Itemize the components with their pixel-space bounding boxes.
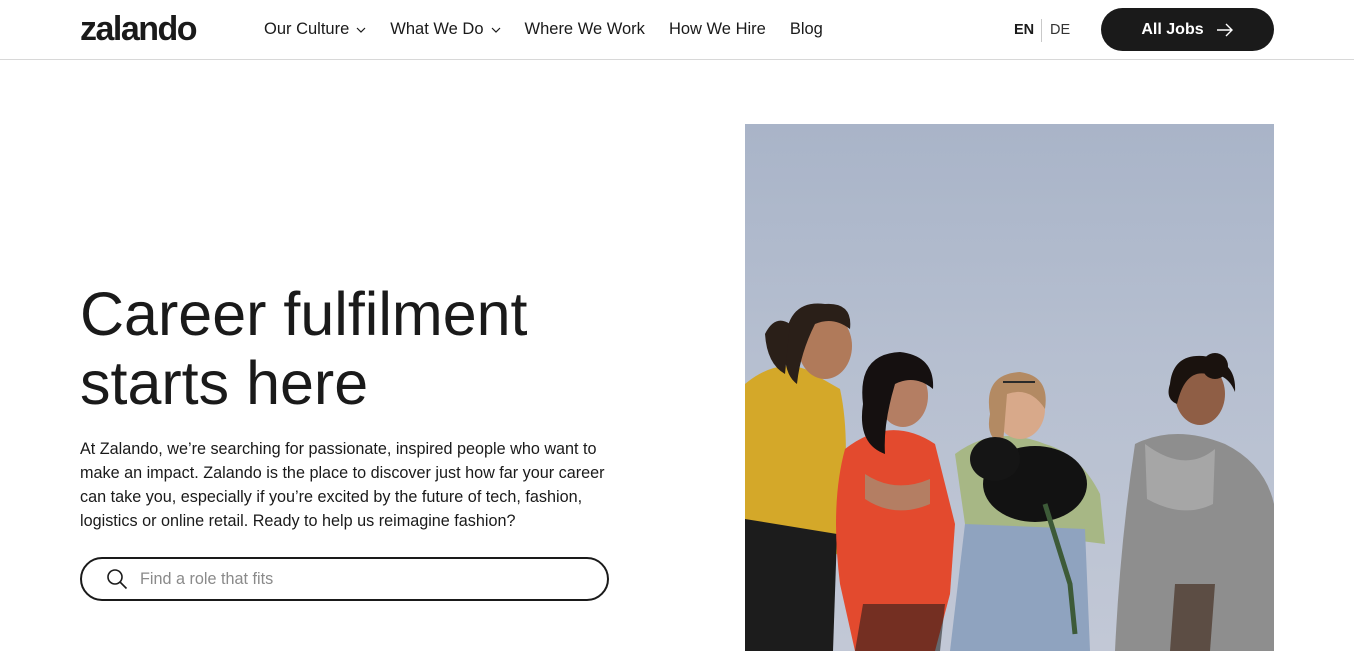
person-red-dress — [836, 352, 955, 651]
arrow-right-icon — [1216, 23, 1233, 36]
language-en[interactable]: EN — [1014, 0, 1034, 59]
hero-description: At Zalando, we’re searching for passiona… — [80, 440, 605, 530]
site-header: zalando Our Culture What We Do Where We … — [0, 0, 1354, 60]
hero-title-line1: Career fulfilment — [80, 280, 528, 348]
chevron-down-icon — [491, 27, 500, 33]
person-green-cardigan — [950, 372, 1105, 651]
nav-what-we-do-label: What We Do — [390, 20, 484, 38]
language-de[interactable]: DE — [1050, 0, 1070, 59]
job-search-bar[interactable] — [80, 557, 609, 601]
nav-how-we-hire[interactable]: How We Hire — [669, 20, 766, 39]
zalando-logo[interactable]: zalando — [80, 9, 198, 49]
nav-how-we-hire-label: How We Hire — [668, 20, 766, 38]
group-photo-illustration — [745, 303, 1274, 651]
nav-where-we-work-label: Where We Work — [524, 20, 645, 38]
language-divider — [1041, 19, 1042, 42]
all-jobs-label: All Jobs — [1141, 20, 1204, 38]
hero-title-line2: starts here — [80, 349, 369, 417]
person-yellow-sweater — [745, 303, 852, 651]
hero-title: Career fulfilment starts here — [80, 280, 700, 418]
search-input[interactable] — [140, 569, 580, 589]
nav-where-we-work[interactable]: Where We Work — [525, 20, 645, 39]
all-jobs-button[interactable]: All Jobs — [1101, 8, 1274, 51]
nav-what-we-do[interactable]: What We Do — [390, 20, 500, 39]
nav-our-culture[interactable]: Our Culture — [264, 20, 366, 39]
nav-blog-label: Blog — [789, 20, 823, 38]
nav-our-culture-label: Our Culture — [264, 20, 350, 38]
hero-photo — [745, 124, 1274, 651]
chevron-down-icon — [356, 27, 366, 33]
person-grey-coat — [1115, 353, 1274, 651]
nav-blog[interactable]: Blog — [790, 20, 823, 39]
search-icon — [107, 569, 128, 590]
main-nav: Our Culture What We Do Where We Work How… — [264, 0, 847, 59]
